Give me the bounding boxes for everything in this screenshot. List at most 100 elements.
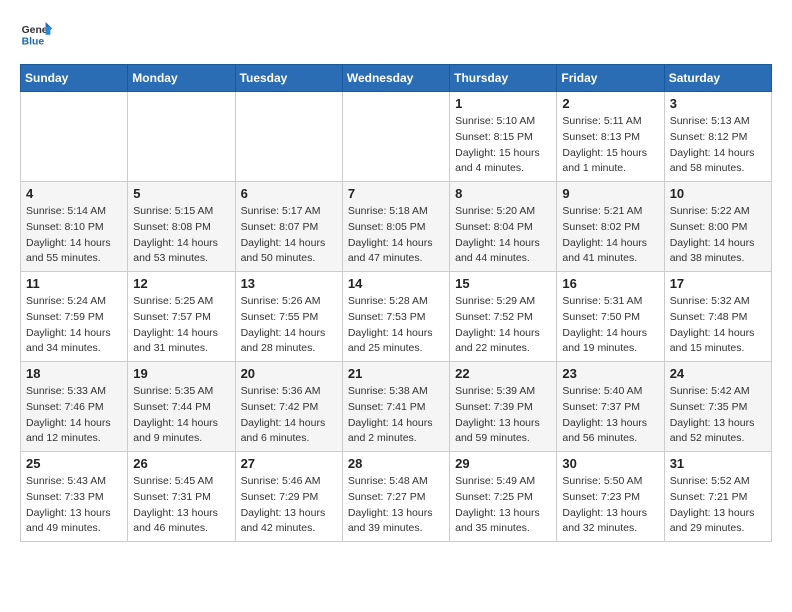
calendar-week-row: 18 Sunrise: 5:33 AM Sunset: 7:46 PM Dayli… — [21, 362, 772, 452]
calendar-cell — [235, 92, 342, 182]
day-number: 19 — [133, 366, 229, 381]
day-number: 28 — [348, 456, 444, 471]
day-number: 25 — [26, 456, 122, 471]
day-info: Sunrise: 5:11 AM Sunset: 8:13 PM Dayligh… — [562, 114, 658, 177]
calendar-cell: 23Sunrise: 5:40 AM Sunset: 7:37 PM Dayli… — [557, 362, 664, 452]
day-number: 4 — [26, 186, 122, 201]
day-number: 13 — [241, 276, 337, 291]
calendar-cell: 22 Sunrise: 5:39 AM Sunset: 7:39 PM Dayli… — [450, 362, 557, 452]
day-number: 27 — [241, 456, 337, 471]
day-info: Sunrise: 5:13 AM Sunset: 8:12 PM Dayligh… — [670, 114, 766, 177]
day-info: Sunrise: 5:25 AM Sunset: 7:57 PM Dayligh… — [133, 294, 229, 357]
day-number: 11 — [26, 276, 122, 291]
weekday-header-friday: Friday — [557, 65, 664, 92]
day-number: 7 — [348, 186, 444, 201]
calendar-cell: 12 Sunrise: 5:25 AM Sunset: 7:57 PM Dayli… — [128, 272, 235, 362]
day-info: Sunrise: 5:22 AM Sunset: 8:00 PM Dayligh… — [670, 204, 766, 267]
day-info: Sunrise: 5:29 AM Sunset: 7:52 PM Dayligh… — [455, 294, 551, 357]
day-info: Sunrise: 5:26 AM Sunset: 7:55 PM Dayligh… — [241, 294, 337, 357]
calendar-body: 1 Sunrise: 5:10 AM Sunset: 8:15 PM Daylig… — [21, 92, 772, 542]
calendar-cell: 17 Sunrise: 5:32 AM Sunset: 7:48 PM Dayli… — [664, 272, 771, 362]
calendar-cell: 29 Sunrise: 5:49 AM Sunset: 7:25 PM Dayli… — [450, 452, 557, 542]
day-number: 21 — [348, 366, 444, 381]
day-number: 18 — [26, 366, 122, 381]
day-info: Sunrise: 5:48 AM Sunset: 7:27 PM Dayligh… — [348, 474, 444, 537]
calendar-cell: 31 Sunrise: 5:52 AM Sunset: 7:21 PM Dayli… — [664, 452, 771, 542]
page-header: General Blue — [20, 20, 772, 48]
calendar-cell: 30 Sunrise: 5:50 AM Sunset: 7:23 PM Dayli… — [557, 452, 664, 542]
day-info: Sunrise: 5:18 AM Sunset: 8:05 PM Dayligh… — [348, 204, 444, 267]
calendar-cell: 18 Sunrise: 5:33 AM Sunset: 7:46 PM Dayli… — [21, 362, 128, 452]
calendar-cell: 24 Sunrise: 5:42 AM Sunset: 7:35 PM Dayli… — [664, 362, 771, 452]
day-info: Sunrise: 5:24 AM Sunset: 7:59 PM Dayligh… — [26, 294, 122, 357]
day-number: 29 — [455, 456, 551, 471]
calendar-header: SundayMondayTuesdayWednesdayThursdayFrid… — [21, 65, 772, 92]
calendar-cell: 5Sunrise: 5:15 AM Sunset: 8:08 PM Daylig… — [128, 182, 235, 272]
calendar-cell — [128, 92, 235, 182]
calendar-cell: 13 Sunrise: 5:26 AM Sunset: 7:55 PM Dayli… — [235, 272, 342, 362]
day-number: 30 — [562, 456, 658, 471]
calendar-cell: 10 Sunrise: 5:22 AM Sunset: 8:00 PM Dayli… — [664, 182, 771, 272]
calendar-cell: 14Sunrise: 5:28 AM Sunset: 7:53 PM Dayli… — [342, 272, 449, 362]
day-info: Sunrise: 5:21 AM Sunset: 8:02 PM Dayligh… — [562, 204, 658, 267]
weekday-header-row: SundayMondayTuesdayWednesdayThursdayFrid… — [21, 65, 772, 92]
day-info: Sunrise: 5:28 AM Sunset: 7:53 PM Dayligh… — [348, 294, 444, 357]
calendar-cell: 27 Sunrise: 5:46 AM Sunset: 7:29 PM Dayli… — [235, 452, 342, 542]
day-number: 10 — [670, 186, 766, 201]
svg-text:Blue: Blue — [22, 36, 45, 47]
day-number: 17 — [670, 276, 766, 291]
calendar-cell: 16 Sunrise: 5:31 AM Sunset: 7:50 PM Dayli… — [557, 272, 664, 362]
day-number: 22 — [455, 366, 551, 381]
calendar-cell: 25 Sunrise: 5:43 AM Sunset: 7:33 PM Dayli… — [21, 452, 128, 542]
day-info: Sunrise: 5:20 AM Sunset: 8:04 PM Dayligh… — [455, 204, 551, 267]
calendar-cell: 11 Sunrise: 5:24 AM Sunset: 7:59 PM Dayli… — [21, 272, 128, 362]
day-info: Sunrise: 5:49 AM Sunset: 7:25 PM Dayligh… — [455, 474, 551, 537]
day-info: Sunrise: 5:15 AM Sunset: 8:08 PM Dayligh… — [133, 204, 229, 267]
calendar-cell: 9 Sunrise: 5:21 AM Sunset: 8:02 PM Daylig… — [557, 182, 664, 272]
weekday-header-saturday: Saturday — [664, 65, 771, 92]
day-info: Sunrise: 5:36 AM Sunset: 7:42 PM Dayligh… — [241, 384, 337, 447]
day-info: Sunrise: 5:10 AM Sunset: 8:15 PM Dayligh… — [455, 114, 551, 177]
calendar-cell: 21 Sunrise: 5:38 AM Sunset: 7:41 PM Dayli… — [342, 362, 449, 452]
calendar-week-row: 4Sunrise: 5:14 AM Sunset: 8:10 PM Daylig… — [21, 182, 772, 272]
day-info: Sunrise: 5:50 AM Sunset: 7:23 PM Dayligh… — [562, 474, 658, 537]
weekday-header-thursday: Thursday — [450, 65, 557, 92]
day-number: 15 — [455, 276, 551, 291]
day-info: Sunrise: 5:33 AM Sunset: 7:46 PM Dayligh… — [26, 384, 122, 447]
calendar-table: SundayMondayTuesdayWednesdayThursdayFrid… — [20, 64, 772, 542]
weekday-header-tuesday: Tuesday — [235, 65, 342, 92]
day-number: 1 — [455, 96, 551, 111]
calendar-cell: 8 Sunrise: 5:20 AM Sunset: 8:04 PM Daylig… — [450, 182, 557, 272]
calendar-cell: 7 Sunrise: 5:18 AM Sunset: 8:05 PM Daylig… — [342, 182, 449, 272]
calendar-cell: 1 Sunrise: 5:10 AM Sunset: 8:15 PM Daylig… — [450, 92, 557, 182]
logo-icon: General Blue — [20, 20, 52, 48]
day-info: Sunrise: 5:42 AM Sunset: 7:35 PM Dayligh… — [670, 384, 766, 447]
day-info: Sunrise: 5:43 AM Sunset: 7:33 PM Dayligh… — [26, 474, 122, 537]
day-number: 26 — [133, 456, 229, 471]
day-info: Sunrise: 5:46 AM Sunset: 7:29 PM Dayligh… — [241, 474, 337, 537]
day-info: Sunrise: 5:39 AM Sunset: 7:39 PM Dayligh… — [455, 384, 551, 447]
day-number: 8 — [455, 186, 551, 201]
weekday-header-monday: Monday — [128, 65, 235, 92]
day-number: 9 — [562, 186, 658, 201]
calendar-week-row: 25 Sunrise: 5:43 AM Sunset: 7:33 PM Dayli… — [21, 452, 772, 542]
day-info: Sunrise: 5:52 AM Sunset: 7:21 PM Dayligh… — [670, 474, 766, 537]
logo: General Blue — [20, 20, 56, 48]
day-number: 6 — [241, 186, 337, 201]
calendar-cell: 3Sunrise: 5:13 AM Sunset: 8:12 PM Daylig… — [664, 92, 771, 182]
day-number: 24 — [670, 366, 766, 381]
day-info: Sunrise: 5:35 AM Sunset: 7:44 PM Dayligh… — [133, 384, 229, 447]
day-number: 31 — [670, 456, 766, 471]
day-number: 12 — [133, 276, 229, 291]
day-info: Sunrise: 5:31 AM Sunset: 7:50 PM Dayligh… — [562, 294, 658, 357]
calendar-cell: 20Sunrise: 5:36 AM Sunset: 7:42 PM Dayli… — [235, 362, 342, 452]
day-info: Sunrise: 5:38 AM Sunset: 7:41 PM Dayligh… — [348, 384, 444, 447]
calendar-week-row: 1 Sunrise: 5:10 AM Sunset: 8:15 PM Daylig… — [21, 92, 772, 182]
calendar-cell: 2Sunrise: 5:11 AM Sunset: 8:13 PM Daylig… — [557, 92, 664, 182]
weekday-header-wednesday: Wednesday — [342, 65, 449, 92]
calendar-cell: 15 Sunrise: 5:29 AM Sunset: 7:52 PM Dayli… — [450, 272, 557, 362]
weekday-header-sunday: Sunday — [21, 65, 128, 92]
day-number: 16 — [562, 276, 658, 291]
calendar-cell: 6Sunrise: 5:17 AM Sunset: 8:07 PM Daylig… — [235, 182, 342, 272]
day-info: Sunrise: 5:32 AM Sunset: 7:48 PM Dayligh… — [670, 294, 766, 357]
